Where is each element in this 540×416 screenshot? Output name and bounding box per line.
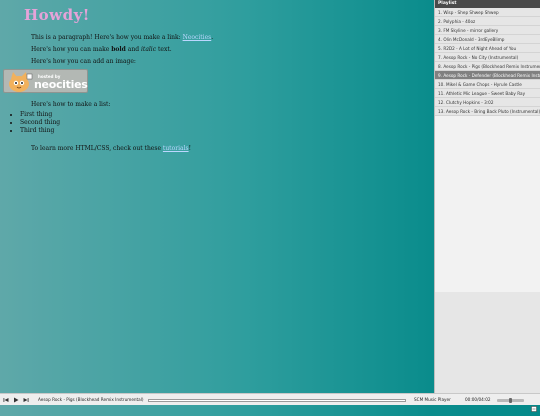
player-brand[interactable]: SCM Music Player [414,397,451,402]
playlist-item[interactable]: 11. Athletic Mic League - Sweet Baby Ray [435,89,540,98]
playlist-item[interactable]: 12. Clutchy Hopkins - 3:02 [435,98,540,107]
music-player-bar: Aesop Rock - Pigs (Blockhead Remix Instr… [0,393,540,412]
page-content: Howdy! This is a paragraph! Here's how y… [0,0,434,393]
previous-icon[interactable] [3,397,9,403]
paragraph-list: Here's how to make a list: [31,101,111,108]
next-icon[interactable] [23,397,29,403]
play-icon[interactable] [13,397,19,403]
paragraph-tutorials: To learn more HTML/CSS, check out these … [31,145,191,152]
playlist-item-active[interactable]: 9. Aesop Rock - Defender (Blockhead Remi… [435,71,540,80]
seek-bar[interactable] [148,399,406,402]
playlist-empty-area [435,116,540,292]
italic-text: italic [140,46,157,53]
list-item: First thing [20,111,60,119]
list-item: Third thing [20,127,60,135]
playlist-item[interactable]: 10. Mikel & Game Chops - Hyrule Castle [435,80,540,89]
playlist-item[interactable]: 4. Olin McDonald - 3rdEyeBlimp [435,35,540,44]
example-list: First thing Second thing Third thing [12,111,60,135]
playback-time: 00:00/04:02 [465,397,491,402]
menu-icon[interactable] [531,397,537,412]
paragraph-image: Here's how you can add an image: [31,58,136,65]
playlist-item[interactable]: 1. Wisp - Shep Shwep Shwep [435,8,540,17]
volume-slider[interactable] [497,398,524,403]
playlist-item[interactable]: 2. Polyphia - 40oz [435,17,540,26]
list-item: Second thing [20,119,60,127]
cat-mascot-icon [9,72,33,92]
bold-text: bold [111,46,126,53]
paragraph-link: This is a paragraph! Here's how you make… [31,34,214,41]
playlist-item[interactable]: 3. FM Skyline - mirror gallery [435,26,540,35]
playlist-panel: Playlist 1. Wisp - Shep Shwep Shwep 2. P… [434,0,540,393]
now-playing-title: Aesop Rock - Pigs (Blockhead Remix Instr… [38,397,144,402]
volume-knob[interactable] [509,398,512,403]
tutorials-link[interactable]: tutorials [163,145,189,152]
playlist-item[interactable]: 8. Aesop Rock - Pigs (Blockhead Remix In… [435,62,540,71]
playlist-item[interactable]: 13. Aesop Rock - Bring Back Pluto (Instr… [435,107,540,116]
neocities-link[interactable]: Neocities [183,34,212,41]
page-title: Howdy! [24,6,90,24]
neocities-badge[interactable]: hosted by neocities [3,69,88,93]
playlist-item[interactable]: 7. Aesop Rock - No City (Instrumental) [435,53,540,62]
playlist-item[interactable]: 5. R2D2 - A Lot of Night Ahead of You [435,44,540,53]
playlist-header: Playlist [435,0,540,8]
paragraph-formatting: Here's how you can make bold and italic … [31,46,172,53]
badge-brand-text: neocities [34,78,88,91]
